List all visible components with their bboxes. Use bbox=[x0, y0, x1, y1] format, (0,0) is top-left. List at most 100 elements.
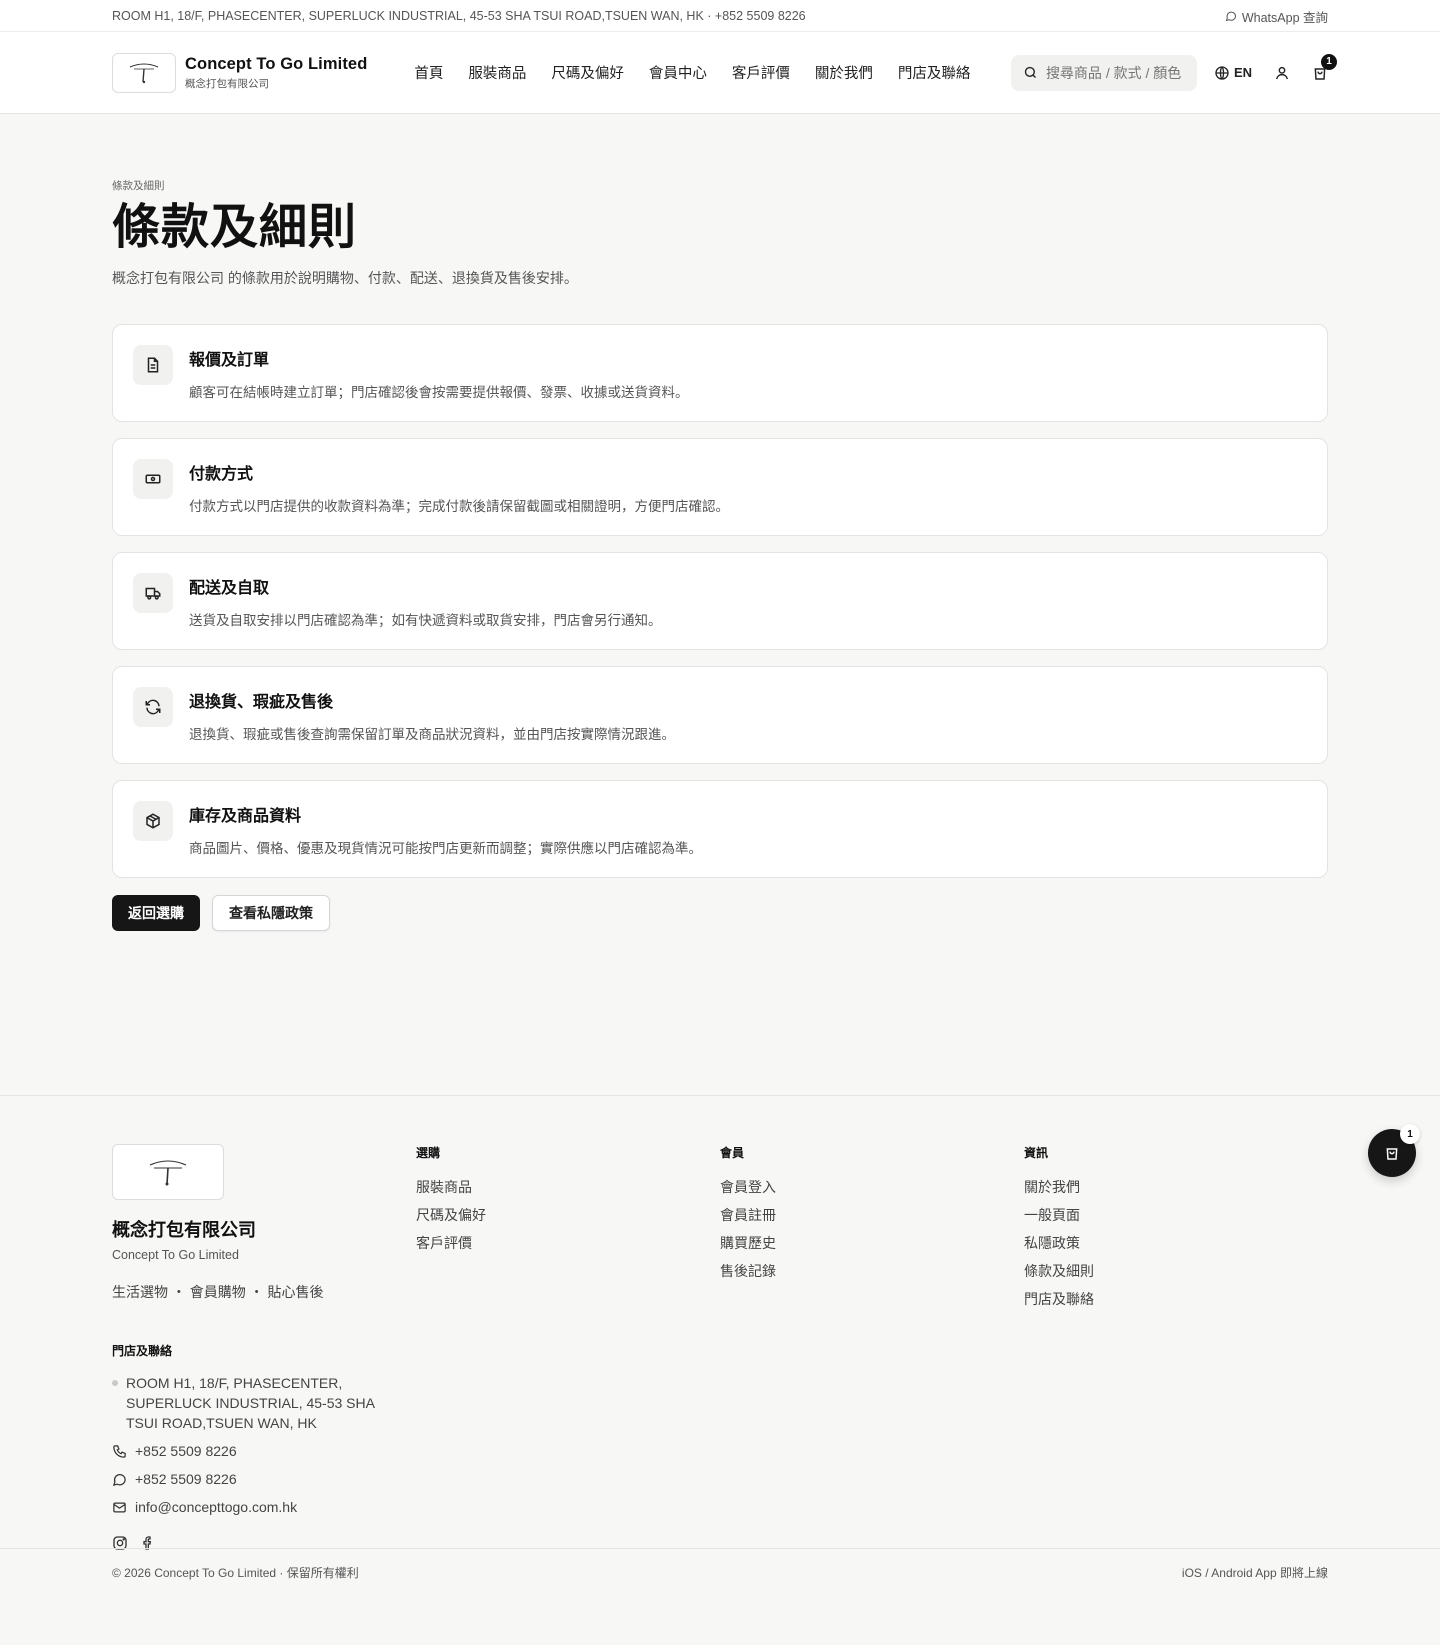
language-switch[interactable]: EN bbox=[1214, 65, 1252, 81]
floating-cart-count-badge: 1 bbox=[1400, 1124, 1420, 1144]
app-coming-soon-note: iOS / Android App 即將上線 bbox=[1181, 1566, 1328, 1580]
copyright-text: © 2026 Concept To Go Limited · 保留所有權利 bbox=[112, 1566, 359, 1580]
whatsapp-link[interactable]: WhatsApp 查詢 bbox=[1225, 7, 1328, 26]
card-text: 付款方式以門店提供的收款資料為準；完成付款後請保留截圖或相關證明，方便門店確認。 bbox=[189, 498, 729, 514]
site-footer: 概念打包有限公司 Concept To Go Limited 生活選物 ・ 會員… bbox=[0, 1095, 1440, 1596]
card-icon-box bbox=[133, 458, 173, 499]
page-description: 概念打包有限公司 的條款用於說明購物、付款、配送、退換貨及售後安排。 bbox=[112, 269, 578, 286]
footer-link-apparel[interactable]: 服裝商品 bbox=[416, 1173, 720, 1201]
footer-member-heading: 會員 bbox=[720, 1146, 745, 1160]
card-icon-box bbox=[133, 686, 173, 727]
nav-size-preferences[interactable]: 尺碼及偏好 bbox=[551, 62, 624, 83]
terms-list: 報價及訂單 顧客可在結帳時建立訂單；門店確認後會按需要提供報價、發票、收據或送貨… bbox=[112, 323, 1328, 878]
footer-member-column: 會員 會員登入 會員註冊 購買歷史 售後記錄 bbox=[720, 1144, 1024, 1551]
store-address-line: ROOM H1, 18/F, PHASECENTER, SUPERLUCK IN… bbox=[112, 9, 806, 23]
footer-link-general[interactable]: 一般頁面 bbox=[1024, 1201, 1328, 1229]
card-icon-box bbox=[133, 572, 173, 613]
whatsapp-label: WhatsApp 查詢 bbox=[1241, 10, 1328, 25]
top-info-bar: ROOM H1, 18/F, PHASECENTER, SUPERLUCK IN… bbox=[0, 0, 1440, 32]
footer-shop-column: 選購 服裝商品 尺碼及偏好 客戶評價 bbox=[416, 1144, 720, 1551]
nav-member-center[interactable]: 會員中心 bbox=[649, 62, 707, 83]
footer-logo bbox=[112, 1144, 224, 1200]
contact-heading: 門店及聯絡 bbox=[112, 1344, 173, 1358]
contact-address-text: ROOM H1, 18/F, PHASECENTER, SUPERLUCK IN… bbox=[126, 1375, 375, 1431]
footer-link-size-preferences[interactable]: 尺碼及偏好 bbox=[416, 1201, 720, 1229]
globe-icon bbox=[1215, 65, 1229, 80]
card-title: 退換貨、瑕疵及售後 bbox=[189, 691, 334, 711]
footer-tagline: 生活選物 ・ 會員購物 ・ 貼心售後 bbox=[112, 1284, 324, 1300]
nav-home[interactable]: 首頁 bbox=[414, 62, 443, 83]
account-button[interactable] bbox=[1274, 65, 1290, 81]
nav-store-contact[interactable]: 門店及聯絡 bbox=[898, 62, 971, 83]
search-input[interactable] bbox=[1045, 64, 1186, 81]
card-icon-box bbox=[133, 800, 173, 841]
card-title: 配送及自取 bbox=[189, 577, 270, 597]
footer-link-privacy[interactable]: 私隱政策 bbox=[1024, 1229, 1328, 1257]
main-content: 條款及細則 條款及細則 概念打包有限公司 的條款用於說明購物、付款、配送、退換貨… bbox=[0, 114, 1440, 1095]
card-title: 報價及訂單 bbox=[189, 349, 270, 369]
card-title: 庫存及商品資料 bbox=[189, 805, 302, 825]
search-box bbox=[1010, 54, 1197, 91]
footer-contact: 門店及聯絡 ROOM H1, 18/F, PHASECENTER, SUPERL… bbox=[112, 1342, 392, 1551]
terms-card-quotation-orders: 報價及訂單 顧客可在結帳時建立訂單；門店確認後會按需要提供報價、發票、收據或送貨… bbox=[112, 323, 1328, 422]
contact-phone[interactable]: +852 5509 8226 bbox=[112, 1441, 392, 1461]
contact-phone-text: +852 5509 8226 bbox=[135, 1443, 237, 1459]
terms-card-returns: 退換貨、瑕疵及售後 退換貨、瑕疵或售後查詢需保留訂單及商品狀況資料，並由門店按實… bbox=[112, 665, 1328, 764]
footer-link-register[interactable]: 會員註冊 bbox=[720, 1201, 1024, 1229]
footer-link-after-sales[interactable]: 售後記錄 bbox=[720, 1257, 1024, 1285]
contact-email-text: info@concepttogo.com.hk bbox=[135, 1499, 298, 1515]
cart-count-badge: 1 bbox=[1321, 53, 1337, 70]
chat-bubble-icon bbox=[1225, 11, 1236, 22]
footer-info-heading: 資訊 bbox=[1024, 1146, 1049, 1160]
brand-logo bbox=[112, 52, 176, 93]
footer-info-column: 資訊 關於我們 一般頁面 私隱政策 條款及細則 門店及聯絡 bbox=[1024, 1144, 1328, 1551]
user-icon bbox=[1275, 66, 1289, 79]
view-privacy-policy-button[interactable]: 查看私隱政策 bbox=[212, 894, 330, 931]
banknote-icon bbox=[145, 474, 161, 484]
nav-apparel[interactable]: 服裝商品 bbox=[468, 62, 526, 83]
nav-reviews[interactable]: 客戶評價 bbox=[732, 62, 790, 83]
search-icon bbox=[1024, 66, 1036, 78]
chat-bubble-icon bbox=[112, 1473, 126, 1486]
footer-link-purchase-history[interactable]: 購買歷史 bbox=[720, 1229, 1024, 1257]
footer-link-login[interactable]: 會員登入 bbox=[720, 1173, 1024, 1201]
floating-cart-button[interactable]: 1 bbox=[1368, 1124, 1420, 1177]
footer-brand-column: 概念打包有限公司 Concept To Go Limited 生活選物 ・ 會員… bbox=[112, 1144, 416, 1551]
card-text: 送貨及自取安排以門店確認為準；如有快遞資料或取貨安排，門店會另行通知。 bbox=[189, 612, 662, 628]
site-header: Concept To Go Limited 概念打包有限公司 首頁 服裝商品 尺… bbox=[0, 32, 1440, 114]
card-text: 顧客可在結帳時建立訂單；門店確認後會按需要提供報價、發票、收據或送貨資料。 bbox=[189, 384, 689, 400]
footer-shop-heading: 選購 bbox=[416, 1146, 441, 1160]
phone-icon bbox=[113, 1444, 126, 1458]
logo-mark-icon bbox=[129, 63, 159, 83]
brand-name-en: Concept To Go Limited bbox=[185, 54, 368, 73]
brand-home-link[interactable]: Concept To Go Limited 概念打包有限公司 bbox=[112, 52, 368, 93]
page-actions: 返回選購 查看私隱政策 bbox=[112, 894, 1328, 931]
main-nav: 首頁 服裝商品 尺碼及偏好 會員中心 客戶評價 關於我們 門店及聯絡 bbox=[414, 62, 970, 83]
footer-company-name-zh: 概念打包有限公司 bbox=[112, 1220, 256, 1241]
location-dot-icon bbox=[112, 1380, 118, 1386]
mail-icon bbox=[113, 1502, 126, 1512]
cart-button[interactable]: 1 bbox=[1312, 53, 1337, 81]
footer-link-terms[interactable]: 條款及細則 bbox=[1024, 1257, 1328, 1285]
terms-card-payment: 付款方式 付款方式以門店提供的收款資料為準；完成付款後請保留截圖或相關證明，方便… bbox=[112, 437, 1328, 536]
card-text: 商品圖片、價格、優惠及現貨情況可能按門店更新而調整；實際供應以門店確認為準。 bbox=[189, 840, 702, 856]
brand-name-zh: 概念打包有限公司 bbox=[185, 77, 269, 90]
shopping-bag-icon bbox=[1386, 1148, 1398, 1160]
back-to-shop-button[interactable]: 返回選購 bbox=[112, 894, 200, 931]
card-title: 付款方式 bbox=[189, 463, 254, 483]
logo-mark-icon bbox=[149, 1160, 187, 1186]
footer-link-about[interactable]: 關於我們 bbox=[1024, 1173, 1328, 1201]
footer-link-store-contact[interactable]: 門店及聯絡 bbox=[1024, 1285, 1328, 1313]
footer-company-name-en: Concept To Go Limited bbox=[112, 1248, 239, 1262]
nav-about-us[interactable]: 關於我們 bbox=[815, 62, 873, 83]
breadcrumb: 條款及細則 bbox=[112, 180, 165, 192]
truck-icon bbox=[145, 587, 161, 600]
page-title: 條款及細則 bbox=[112, 199, 358, 255]
contact-whatsapp[interactable]: +852 5509 8226 bbox=[112, 1469, 392, 1489]
footer-bottom-bar: © 2026 Concept To Go Limited · 保留所有權利 iO… bbox=[0, 1548, 1440, 1596]
document-icon bbox=[147, 357, 159, 373]
contact-email[interactable]: info@concepttogo.com.hk bbox=[112, 1497, 392, 1517]
footer-link-reviews[interactable]: 客戶評價 bbox=[416, 1229, 720, 1257]
contact-address: ROOM H1, 18/F, PHASECENTER, SUPERLUCK IN… bbox=[112, 1373, 392, 1433]
terms-card-inventory: 庫存及商品資料 商品圖片、價格、優惠及現貨情況可能按門店更新而調整；實際供應以門… bbox=[112, 779, 1328, 878]
